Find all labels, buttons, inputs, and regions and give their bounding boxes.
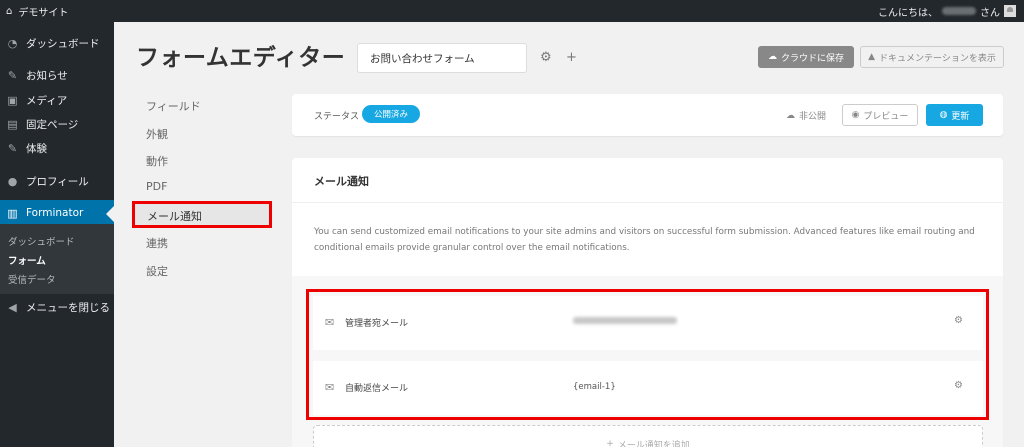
sidebar-item-profile[interactable]: ● プロフィール: [0, 168, 114, 194]
submenu-submissions[interactable]: 受信データ: [8, 272, 56, 286]
user-icon: ●: [7, 174, 18, 188]
save-to-cloud-label: クラウドに保存: [780, 53, 844, 64]
highlight-box: [306, 289, 989, 420]
sidebar-item-forminator[interactable]: ▥ Forminator: [0, 200, 114, 226]
collapse-icon: ◀: [8, 300, 17, 314]
nav-email-notifications[interactable]: メール通知: [132, 201, 272, 228]
home-icon: ⌂: [6, 5, 13, 17]
globe-icon: ◍: [939, 110, 948, 120]
forminator-submenu: ダッシュボード フォーム 受信データ: [0, 224, 114, 294]
cloud-upload-icon: ☁: [767, 52, 777, 62]
media-icon: ▣: [7, 93, 18, 107]
unpublish-button[interactable]: ☁ 非公開: [786, 109, 827, 123]
sidebar-item-pages[interactable]: ▤ 固定ページ: [0, 111, 114, 137]
preview-label: プレビュー: [863, 111, 909, 122]
cloud-icon: ☁: [786, 110, 795, 121]
sidebar-item-label: 体験: [26, 142, 47, 155]
panel-description: You can send customized email notificati…: [314, 227, 975, 253]
sidebar-item-label: お知らせ: [26, 69, 68, 82]
site-name: デモサイト: [18, 7, 69, 19]
sidebar-item-media[interactable]: ▣ メディア: [0, 87, 114, 113]
eye-icon: ◉: [851, 110, 860, 120]
pin-icon: ✎: [7, 141, 18, 155]
plus-icon: +: [606, 439, 614, 447]
admin-bar: ⌂ デモサイト こんにちは、 さん: [0, 0, 1024, 22]
sidebar-item-label: ダッシュボード: [26, 37, 100, 50]
divider: [292, 202, 1003, 203]
avatar: [1004, 5, 1016, 17]
site-link[interactable]: ⌂ デモサイト: [0, 4, 68, 19]
clipboard-icon: ▥: [7, 206, 18, 220]
plus-icon[interactable]: +: [566, 50, 577, 65]
nav-appearance[interactable]: 外観: [146, 126, 168, 142]
dashboard-icon: ◔: [7, 36, 18, 50]
sidebar-item-label: 固定ページ: [26, 118, 79, 131]
page-title: フォームエディター: [136, 45, 346, 71]
view-docs-label: ドキュメンテーションを表示: [879, 53, 996, 64]
form-name-field[interactable]: お問い合わせフォーム: [357, 43, 527, 73]
sidebar-item-label: Forminator: [26, 207, 84, 219]
nav-behavior[interactable]: 動作: [146, 153, 168, 169]
status-bar: ステータス 公開済み ☁ 非公開 ◉ プレビュー ◍ 更新: [292, 94, 1003, 136]
nav-pdf[interactable]: PDF: [146, 180, 167, 193]
sidebar-item-label: プロフィール: [26, 175, 89, 188]
submenu-forms[interactable]: フォーム: [8, 253, 46, 267]
active-menu-pointer: [106, 206, 114, 222]
submenu-dashboard[interactable]: ダッシュボード: [8, 234, 75, 248]
save-to-cloud-button[interactable]: ☁ クラウドに保存: [758, 46, 854, 68]
update-label: 更新: [951, 111, 970, 122]
status-badge: 公開済み: [362, 105, 420, 123]
username-blurred: [942, 7, 976, 15]
greeting-suffix: さん: [980, 7, 1000, 19]
panel-title: メール通知: [314, 175, 369, 188]
add-notification-label: メール通知を追加: [617, 440, 690, 447]
preview-button[interactable]: ◉ プレビュー: [842, 104, 918, 126]
collapse-menu-button[interactable]: ◀ メニューを閉じる: [0, 294, 114, 320]
update-button[interactable]: ◍ 更新: [926, 104, 983, 126]
page-icon: ▤: [7, 117, 18, 131]
graduation-cap-icon: ▲: [868, 52, 876, 62]
nav-integrations[interactable]: 連携: [146, 235, 168, 251]
collapse-menu-label: メニューを閉じる: [26, 301, 110, 314]
sidebar-item-label: メディア: [26, 94, 68, 107]
gear-icon[interactable]: ⚙: [540, 50, 552, 65]
sidebar-item-dashboard[interactable]: ◔ ダッシュボード: [0, 30, 114, 56]
status-label: ステータス: [314, 112, 360, 122]
unpublish-label: 非公開: [799, 112, 827, 122]
nav-email-notifications-label: メール通知: [147, 210, 202, 223]
pin-icon: ✎: [7, 68, 18, 82]
add-notification-button[interactable]: + メール通知を追加: [313, 425, 983, 447]
view-docs-button[interactable]: ▲ ドキュメンテーションを表示: [860, 46, 1004, 68]
nav-fields[interactable]: フィールド: [146, 98, 201, 114]
admin-sidebar: ◔ ダッシュボード ✎ お知らせ ▣ メディア ▤ 固定ページ ✎ 体験 ● プ…: [0, 22, 114, 447]
greeting-text: こんにちは、: [878, 7, 938, 19]
sidebar-item-experience[interactable]: ✎ 体験: [0, 135, 114, 161]
nav-settings[interactable]: 設定: [146, 263, 168, 279]
sidebar-item-posts[interactable]: ✎ お知らせ: [0, 62, 114, 88]
account-menu[interactable]: こんにちは、 さん: [878, 0, 1016, 22]
